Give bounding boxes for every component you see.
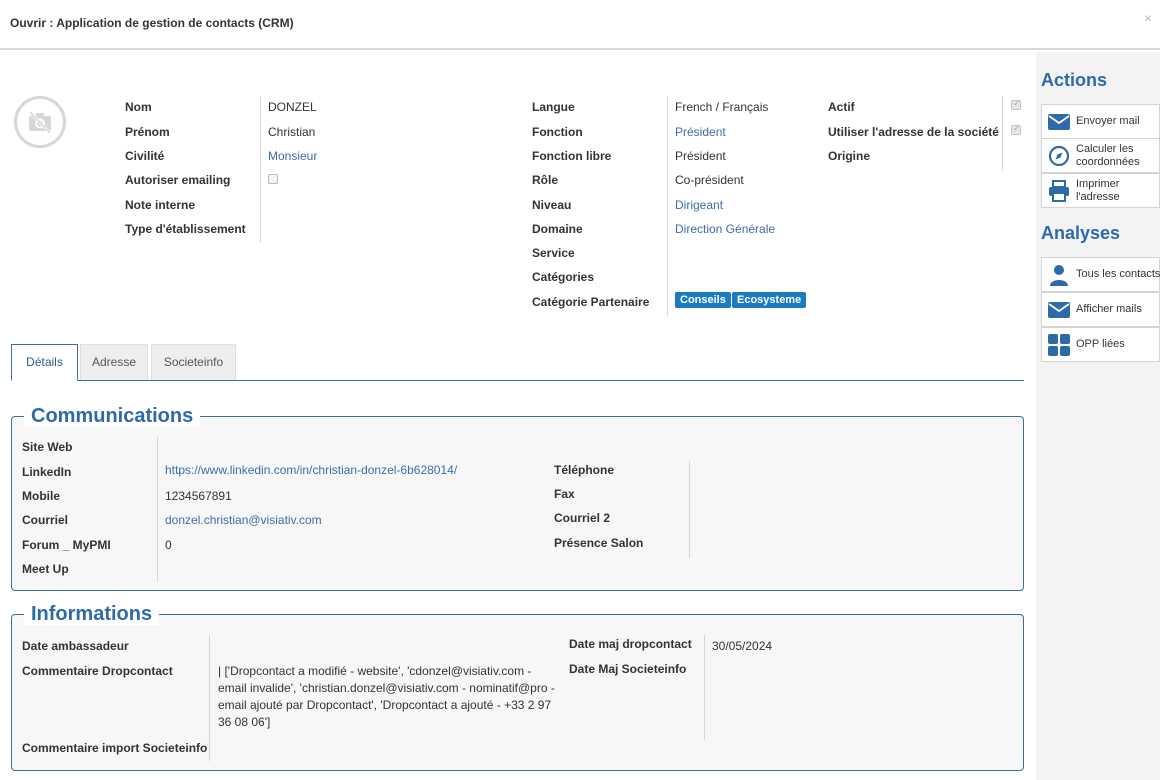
analyses-title: Analyses	[1041, 223, 1121, 243]
communications-section: Communications Site Web LinkedIn https:/…	[11, 405, 1024, 591]
tab-adresse[interactable]: Adresse	[80, 344, 148, 380]
fonction-libre-label: Fonction libre	[532, 149, 612, 163]
fonction-link[interactable]: Président	[675, 125, 726, 139]
tous-les-contacts-button[interactable]: Tous les contacts	[1041, 257, 1160, 292]
imprimer-adresse-button[interactable]: Imprimer l'adresse	[1041, 173, 1160, 208]
envelope-icon	[1048, 114, 1070, 130]
sidebar: Actions Envoyer mail Calculer les coordo…	[1036, 52, 1160, 780]
column-divider	[1002, 96, 1003, 171]
contact-form: Nom DONZEL Prénom Christian Civilité Mon…	[0, 52, 1036, 780]
forum-mypmi-value: 0	[165, 538, 172, 552]
role-value: Co-président	[675, 173, 744, 187]
tab-bar: Détails Adresse Societeinfo	[11, 344, 1024, 381]
printer-icon	[1049, 180, 1069, 202]
afficher-mails-button[interactable]: Afficher mails	[1041, 292, 1160, 327]
civilite-label: Civilité	[125, 149, 165, 163]
tab-details[interactable]: Détails	[11, 344, 78, 381]
linkedin-label: LinkedIn	[22, 465, 72, 479]
commentaire-dropcontact-value: | ['Dropcontact a modifié - website', 'c…	[218, 664, 555, 729]
envoyer-mail-label: Envoyer mail	[1076, 115, 1140, 127]
modal-header: Ouvrir : Application de gestion de conta…	[0, 0, 1160, 50]
prenom-value: Christian	[268, 125, 316, 139]
nom-value: DONZEL	[268, 100, 317, 114]
mobile-value: 1234567891	[165, 489, 232, 503]
imprimer-adresse-label: Imprimer l'adresse	[1076, 177, 1120, 203]
fonction-libre-value: Président	[675, 149, 726, 163]
presence-salon-label: Présence Salon	[554, 536, 644, 550]
niveau-label: Niveau	[532, 198, 572, 212]
date-maj-societeinfo-label: Date Maj Societeinfo	[569, 662, 687, 676]
calculer-coordonnees-button[interactable]: Calculer les coordonnées	[1041, 138, 1160, 173]
role-label: Rôle	[532, 173, 559, 187]
modal-title: Ouvrir : Application de gestion de conta…	[10, 16, 294, 30]
column-divider	[157, 437, 158, 582]
autoriser-emailing-checkbox[interactable]	[268, 174, 278, 184]
close-icon[interactable]: ×	[1144, 10, 1152, 26]
actif-label: Actif	[828, 100, 855, 114]
tab-societeinfo[interactable]: Societeinfo	[151, 344, 236, 380]
avatar[interactable]	[14, 96, 66, 148]
type-etablissement-label: Type d'établissement	[125, 222, 246, 236]
civilite-link[interactable]: Monsieur	[268, 149, 317, 163]
courriel-label: Courriel	[22, 513, 69, 527]
forum-mypmi-label: Forum _ MyPMI	[22, 538, 111, 552]
afficher-mails-label: Afficher mails	[1076, 303, 1142, 315]
utiliser-adresse-checkbox[interactable]	[1011, 123, 1021, 135]
tous-les-contacts-label: Tous les contacts	[1076, 268, 1160, 280]
mobile-label: Mobile	[22, 489, 60, 503]
categorie-partenaire-label: Catégorie Partenaire	[532, 295, 650, 309]
tag-conseils[interactable]: Conseils	[675, 292, 731, 308]
fonction-label: Fonction	[532, 125, 583, 139]
langue-label: Langue	[532, 100, 575, 114]
date-ambassadeur-label: Date ambassadeur	[22, 639, 129, 653]
grid-icon	[1048, 334, 1070, 356]
date-maj-dropcontact-value: 30/05/2024	[712, 639, 773, 653]
note-interne-label: Note interne	[125, 198, 196, 212]
date-maj-dropcontact-label: Date maj dropcontact	[569, 637, 692, 651]
meet-up-label: Meet Up	[22, 562, 69, 576]
column-divider	[260, 96, 261, 243]
service-label: Service	[532, 246, 575, 260]
commentaire-import-societeinfo-label: Commentaire import Societeinfo	[22, 741, 208, 755]
courriel-link[interactable]: donzel.christian@visiativ.com	[165, 513, 322, 527]
categories-label: Catégories	[532, 270, 595, 284]
envoyer-mail-button[interactable]: Envoyer mail	[1041, 104, 1160, 139]
tag-ecosysteme[interactable]: Ecosysteme	[732, 292, 807, 308]
envelope-icon	[1048, 302, 1070, 318]
opp-liees-button[interactable]: OPP liées	[1041, 327, 1160, 362]
domaine-link[interactable]: Direction Générale	[675, 222, 775, 236]
utiliser-adresse-label: Utiliser l'adresse de la société	[828, 125, 999, 139]
commentaire-dropcontact-label: Commentaire Dropcontact	[22, 664, 173, 678]
autoriser-emailing-label: Autoriser emailing	[125, 173, 231, 187]
compass-icon	[1048, 145, 1070, 167]
site-web-label: Site Web	[22, 440, 73, 454]
opp-liees-label: OPP liées	[1076, 338, 1125, 350]
column-divider	[689, 461, 690, 558]
column-divider	[704, 635, 705, 740]
fax-label: Fax	[554, 487, 575, 501]
nom-label: Nom	[125, 100, 152, 114]
informations-title: Informations	[24, 603, 160, 625]
niveau-link[interactable]: Dirigeant	[675, 198, 723, 212]
actif-checkbox[interactable]	[1011, 98, 1021, 110]
calculer-coordonnees-label: Calculer les coordonnées	[1076, 142, 1140, 168]
courriel-2-label: Courriel 2	[554, 511, 611, 525]
camera-off-icon	[28, 110, 52, 134]
column-divider	[209, 635, 210, 761]
communications-title: Communications	[24, 405, 201, 427]
user-icon	[1050, 265, 1068, 286]
informations-section: Informations Date ambassadeur Commentair…	[11, 603, 1024, 771]
origine-label: Origine	[828, 149, 871, 163]
linkedin-link[interactable]: https://www.linkedin.com/in/christian-do…	[165, 463, 457, 477]
column-divider	[667, 96, 668, 316]
prenom-label: Prénom	[125, 125, 170, 139]
telephone-label: Téléphone	[554, 463, 615, 477]
langue-value: French / Français	[675, 100, 769, 114]
domaine-label: Domaine	[532, 222, 583, 236]
actions-title: Actions	[1041, 70, 1108, 90]
